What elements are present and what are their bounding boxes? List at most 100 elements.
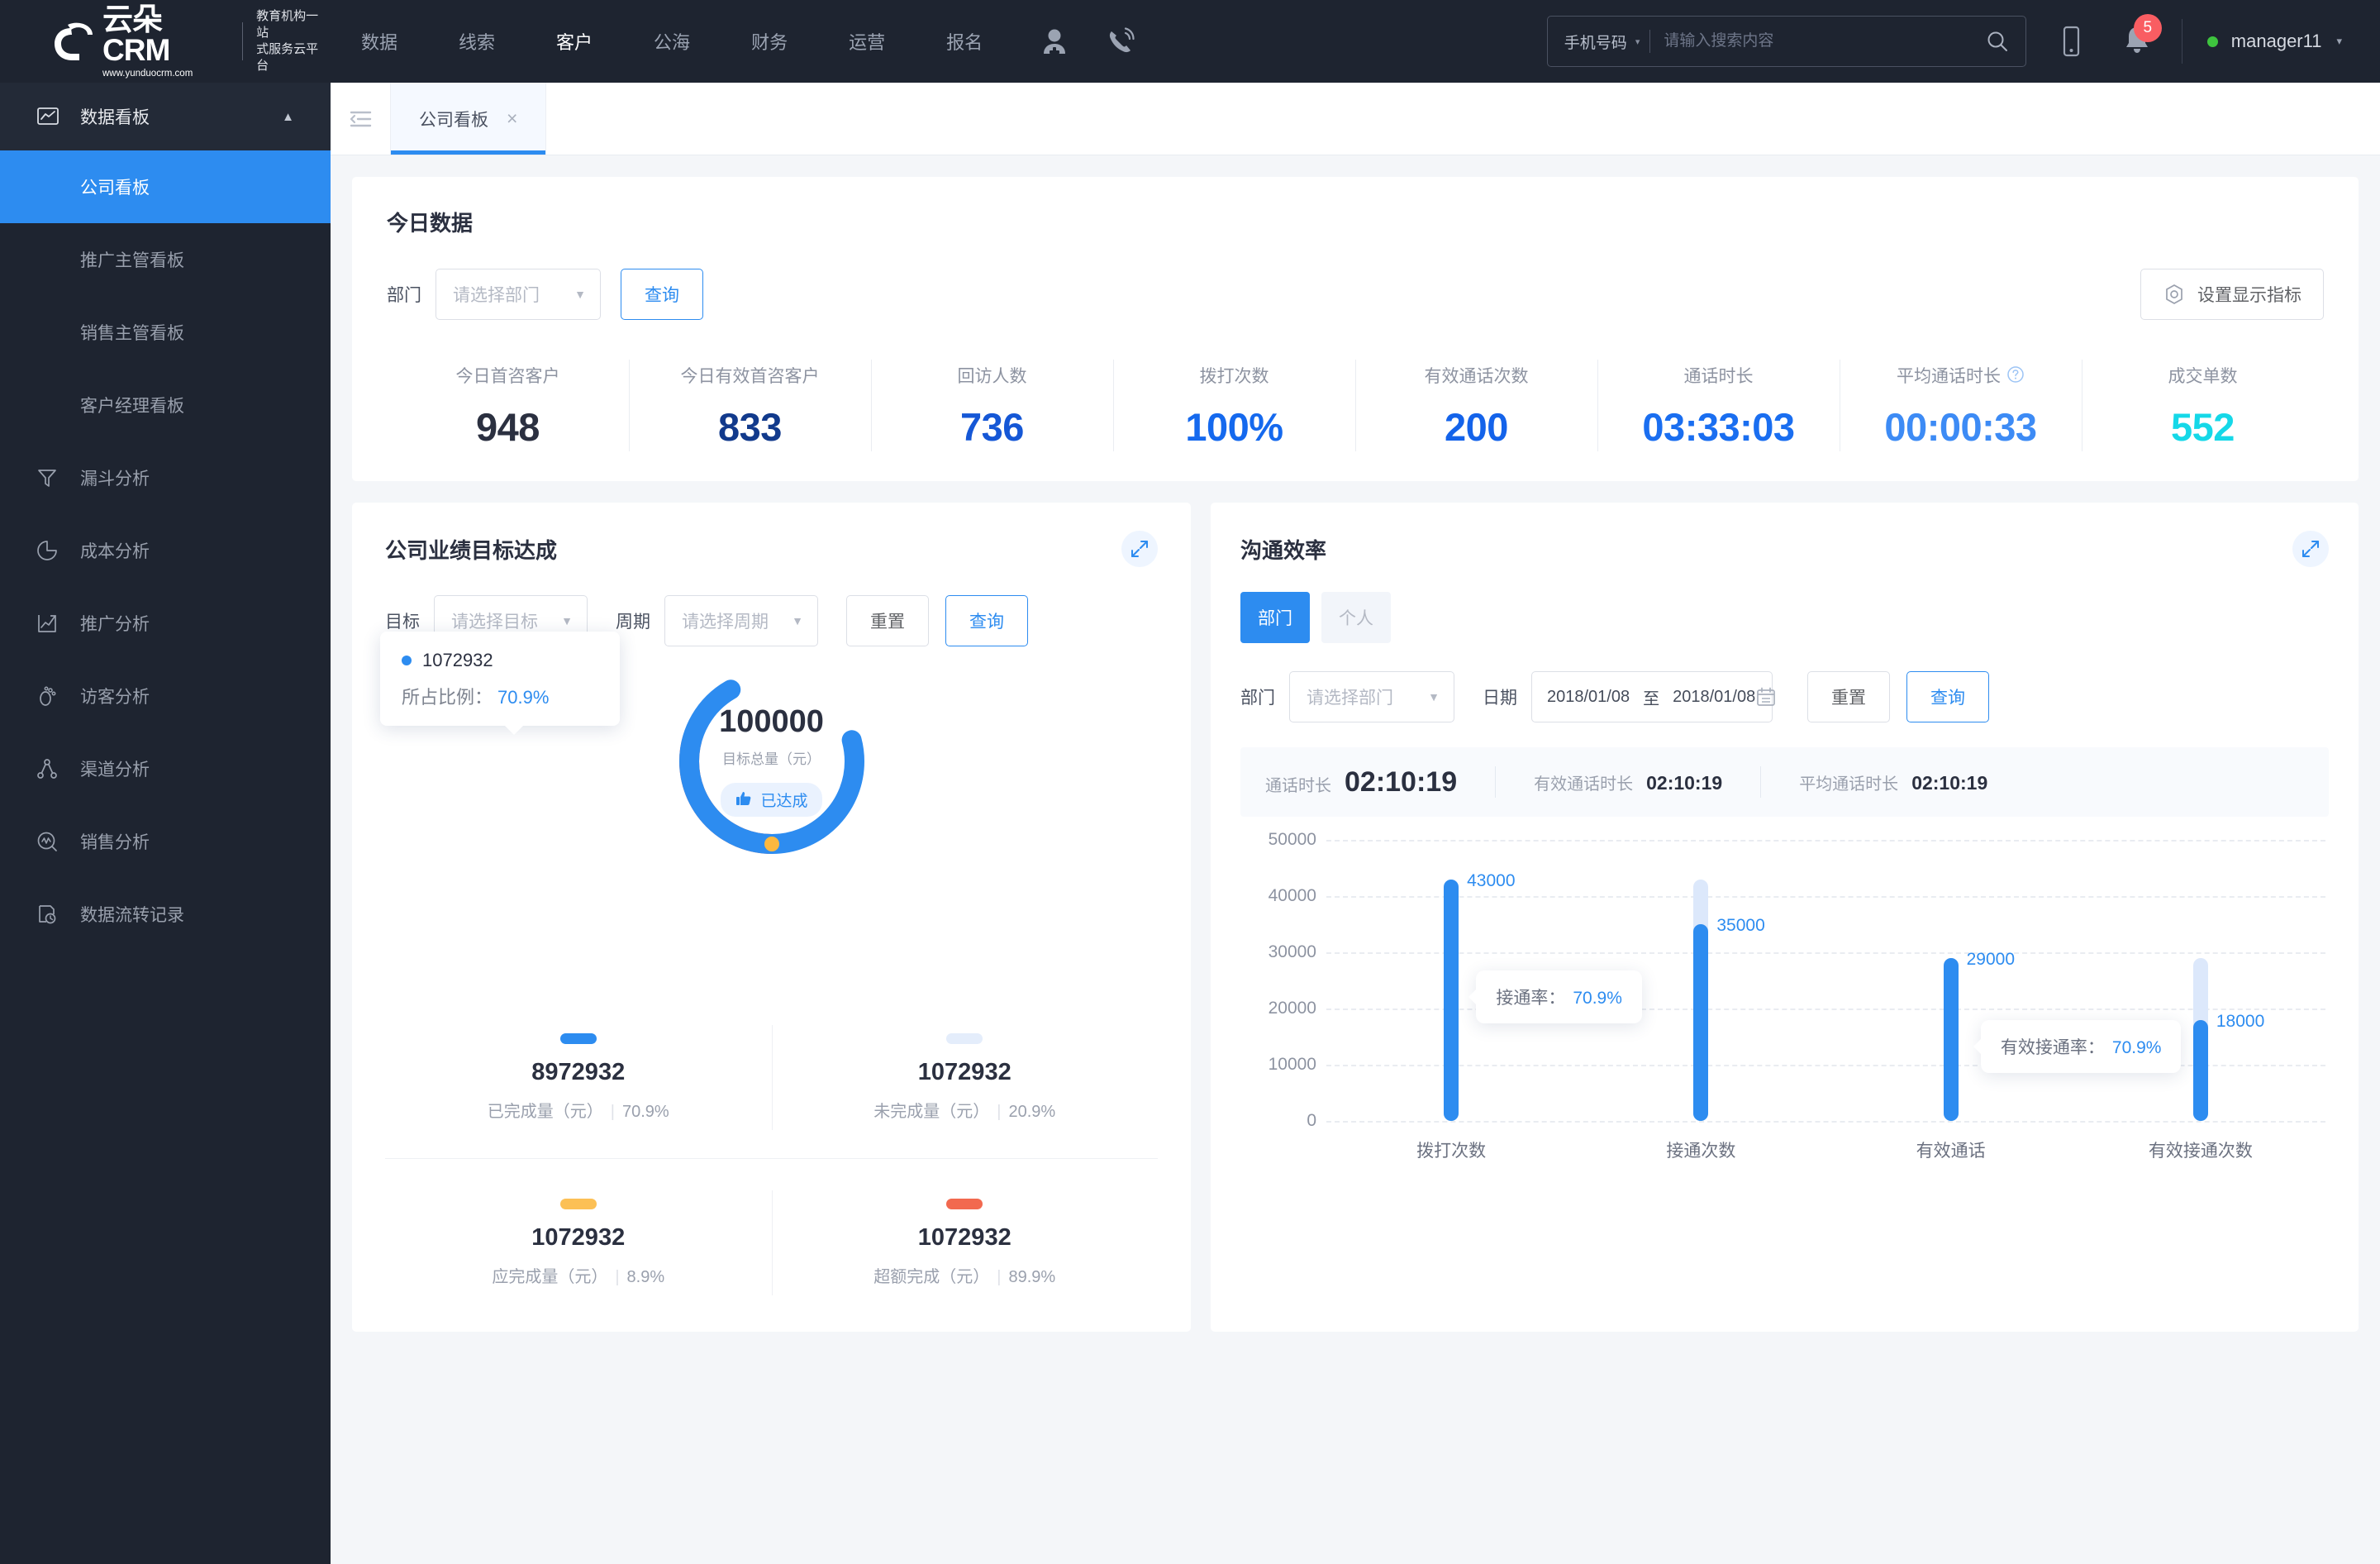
date-end: 2018/01/08: [1673, 687, 1756, 706]
sidebar-item-account-manager-dashboard[interactable]: 客户经理看板: [0, 369, 331, 441]
nav-item-enrollment[interactable]: 报名: [916, 0, 1013, 83]
legend-percent: 89.9%: [1008, 1268, 1056, 1286]
nav-item-data[interactable]: 数据: [331, 0, 428, 83]
tooltip-pointer: [504, 725, 524, 735]
stat-label: 平均通话时长: [1840, 363, 2082, 388]
nav-item-operations[interactable]: 运营: [818, 0, 916, 83]
bubble-value: 70.9%: [1573, 989, 1622, 1008]
dept-select[interactable]: 请选择部门 ▼: [436, 269, 601, 320]
gridline: [1326, 896, 2325, 898]
bar-column[interactable]: 35000: [1693, 840, 1765, 1121]
comm-query-button[interactable]: 查询: [1906, 671, 1989, 722]
bar-column[interactable]: 29000: [1943, 840, 2015, 1121]
gridline: [1326, 952, 2325, 954]
bar-fill: [1444, 879, 1459, 1121]
period-select[interactable]: 请选择周期 ▼: [664, 595, 818, 646]
settings-metrics-label: 设置显示指标: [2197, 286, 2301, 305]
chevron-down-icon: ▼: [561, 614, 573, 627]
goal-reset-button[interactable]: 重置: [846, 595, 929, 646]
bar-column[interactable]: 43000: [1444, 840, 1516, 1121]
expand-icon[interactable]: [2292, 531, 2329, 567]
search-type-dropdown[interactable]: 手机号码 ▾: [1548, 31, 1650, 53]
y-tick-label: 40000: [1268, 886, 1316, 905]
segment-department[interactable]: 部门: [1240, 592, 1310, 643]
stat-value: 833: [718, 405, 782, 449]
sidebar-item-channel-analysis[interactable]: 渠道分析: [0, 732, 331, 805]
mobile-icon[interactable]: [2054, 25, 2087, 58]
legend-sub: 已完成量（元） | 70.9%: [385, 1098, 772, 1122]
body-container: 数据看板 ▲ 公司看板 推广主管看板 销售主管看板 客户经理看板 漏斗分析 成本…: [0, 83, 2380, 1564]
stat-first-consult: 今日首咨客户 948: [387, 358, 629, 453]
nav-item-finance[interactable]: 财务: [721, 0, 818, 83]
settings-metrics-button[interactable]: 设置显示指标: [2140, 269, 2324, 320]
donut-center-content: 100000 目标总量（元） 已达成: [669, 658, 875, 865]
header-quick-actions: [1038, 25, 1137, 58]
chevron-up-icon: ▲: [282, 109, 294, 124]
collapse-menu-icon[interactable]: [331, 83, 390, 155]
bar-fill: [1943, 957, 1959, 1121]
donut-graphic: 100000 目标总量（元） 已达成: [669, 658, 875, 865]
communication-efficiency-panel: 沟通效率 部门 个人 部门 请选择部门 ▼ 日期 2018/01/08 至 20…: [1211, 503, 2359, 1332]
stat-valid-call-count: 有效通话次数 200: [1355, 358, 1597, 453]
segment-individual[interactable]: 个人: [1321, 592, 1391, 643]
stat-valid-first-consult: 今日有效首咨客户 833: [629, 358, 871, 453]
lower-panels-row: 公司业绩目标达成 目标 请选择目标 ▼ 周期 请选择周期 ▼ 重置 查询 100…: [352, 503, 2359, 1332]
user-menu[interactable]: manager11 ▾: [2182, 31, 2380, 52]
legend-label: 应完成量（元）: [492, 1268, 608, 1286]
chevron-down-icon: ▾: [2336, 35, 2342, 47]
legend-sub: 未完成量（元） | 20.9%: [772, 1098, 1159, 1122]
close-icon[interactable]: ×: [507, 109, 517, 128]
legend-row: 1072932 应完成量（元） | 8.9% 1072932 超额完成（元） |…: [385, 1159, 1158, 1299]
notification-badge: 5: [2133, 13, 2162, 42]
chevron-down-icon: ▾: [1635, 36, 1640, 47]
user-name: manager11: [2230, 31, 2322, 51]
bar-column[interactable]: 18000: [2192, 840, 2264, 1121]
sidebar-item-visitor-analysis[interactable]: 访客分析: [0, 660, 331, 732]
stat-value: 552: [2171, 405, 2235, 449]
chevron-down-icon: ▼: [792, 614, 803, 627]
tab-company-dashboard[interactable]: 公司看板 ×: [390, 83, 547, 155]
comm-dept-select[interactable]: 请选择部门 ▼: [1289, 671, 1454, 722]
content-area: 公司看板 × 今日数据 部门 请选择部门 ▼ 查询 设置显示指标 今日首咨客户 …: [331, 83, 2380, 1564]
sidebar-item-company-dashboard[interactable]: 公司看板: [0, 150, 331, 223]
date-range-picker[interactable]: 2018/01/08 至 2018/01/08: [1531, 671, 1776, 722]
expand-icon[interactable]: [1121, 531, 1158, 567]
sidebar-item-cost-analysis[interactable]: 成本分析: [0, 514, 331, 587]
search-icon[interactable]: [1969, 30, 2025, 53]
sidebar-item-promotion-analysis[interactable]: 推广分析: [0, 587, 331, 660]
tab-label: 公司看板: [419, 110, 488, 130]
legend-label: 已完成量（元）: [487, 1103, 603, 1121]
tooltip-ratio-label: 所占比例：: [402, 687, 493, 708]
comm-reset-button[interactable]: 重置: [1807, 671, 1890, 722]
brand-logo[interactable]: 云朵CRM www.yunduocrm.com 教育机构一站 式服务云平台: [0, 4, 331, 79]
stat-label: 通话时长: [1683, 367, 1754, 386]
y-tick-label: 0: [1307, 1111, 1316, 1130]
call-icon[interactable]: [1104, 25, 1137, 58]
goal-total-value: 100000: [719, 704, 824, 739]
notifications-button[interactable]: 5: [2122, 13, 2162, 60]
sidebar-group-dashboard[interactable]: 数据看板 ▲: [0, 83, 331, 150]
top-header: 云朵CRM www.yunduocrm.com 教育机构一站 式服务云平台 数据…: [0, 0, 2380, 83]
sidebar-item-promotion-manager-dashboard[interactable]: 推广主管看板: [0, 223, 331, 296]
goal-query-button[interactable]: 查询: [945, 595, 1028, 646]
search-input[interactable]: [1650, 32, 1969, 50]
sidebar-item-funnel-analysis[interactable]: 漏斗分析: [0, 441, 331, 514]
global-search: 手机号码 ▾: [1546, 16, 2026, 67]
add-user-icon[interactable]: [1038, 25, 1071, 58]
nav-item-customers[interactable]: 客户: [526, 0, 623, 83]
sidebar-item-sales-manager-dashboard[interactable]: 销售主管看板: [0, 296, 331, 369]
nav-item-public-pool[interactable]: 公海: [623, 0, 721, 83]
today-query-button[interactable]: 查询: [621, 269, 703, 320]
sidebar-item-sales-analysis[interactable]: 销售分析: [0, 805, 331, 878]
sidebar-item-data-flow-records[interactable]: 数据流转记录: [0, 878, 331, 951]
y-tick-label: 30000: [1268, 942, 1316, 961]
sidebar-item-label: 销售分析: [80, 833, 150, 852]
header-right-icons: 5: [2054, 13, 2162, 60]
nav-item-leads[interactable]: 线索: [428, 0, 526, 83]
communication-bar-chart: 0 10000 20000 30000 40000 50000 43000 拨打…: [1240, 830, 2329, 1171]
stat-revisit-count: 回访人数 736: [871, 358, 1113, 453]
help-icon[interactable]: [2006, 365, 2025, 385]
legend-percent: 20.9%: [1008, 1103, 1056, 1121]
y-axis-labels: 0 10000 20000 30000 40000 50000: [1240, 830, 1316, 1130]
legend-value: 1072932: [917, 1224, 1011, 1251]
